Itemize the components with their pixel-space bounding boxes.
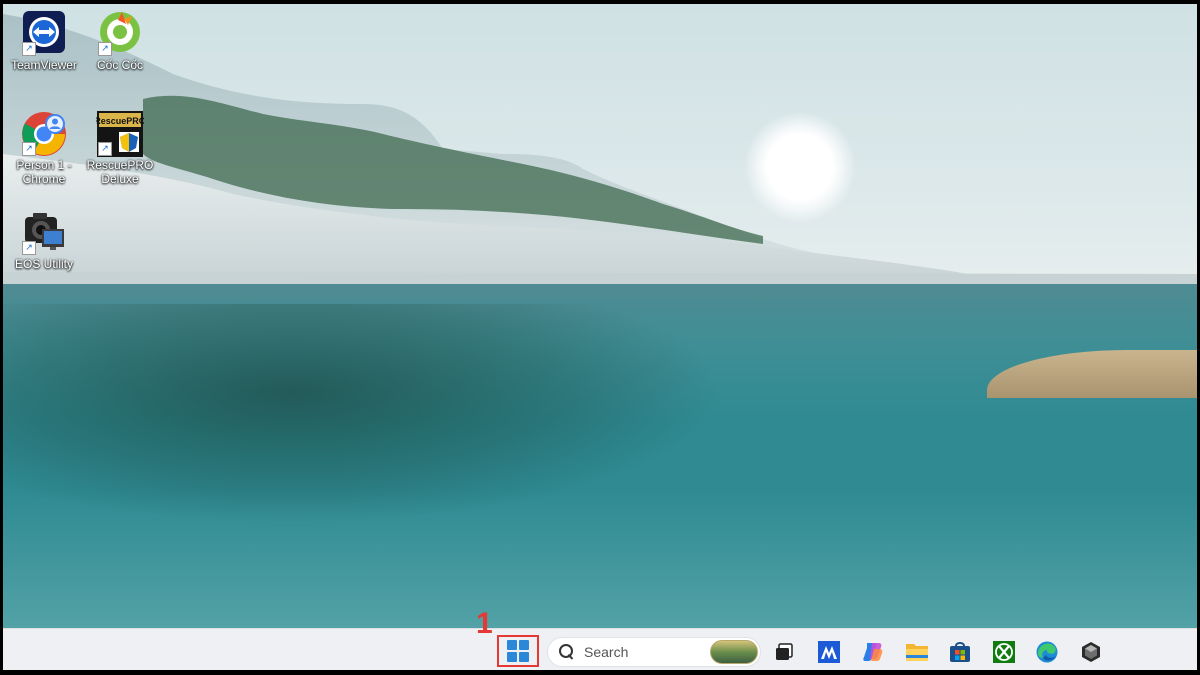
copilot-icon — [863, 643, 883, 661]
taskbar-file-explorer[interactable] — [904, 639, 930, 665]
shortcut-arrow-icon: ↗ — [22, 142, 36, 156]
desktop-icon-label: Person 1 - Chrome — [16, 158, 72, 186]
rescuepro-icon: RescuePRO ↗ — [94, 110, 146, 158]
taskbar-task-view[interactable] — [771, 639, 797, 665]
folder-icon — [906, 644, 928, 661]
windows-start-icon — [507, 640, 529, 662]
taskbar-malwarebytes[interactable] — [816, 639, 842, 665]
svg-text:RescuePRO: RescuePRO — [96, 116, 144, 126]
malwarebytes-icon — [818, 641, 840, 663]
search-icon — [558, 643, 576, 661]
shortcut-arrow-icon: ↗ — [22, 241, 36, 255]
desktop-icon-label: EOS Utility — [14, 257, 73, 271]
cube-app-icon — [1082, 642, 1100, 662]
taskbar-xbox[interactable] — [991, 639, 1017, 665]
desktop-wallpaper — [3, 4, 1197, 628]
edge-icon — [1036, 641, 1058, 663]
desktop-icon-label: RescuePRO Deluxe — [86, 158, 154, 186]
taskbar-app[interactable] — [1078, 639, 1104, 665]
desktop-icon-coccoc[interactable]: ↗ Cốc Cốc — [85, 10, 155, 72]
shortcut-arrow-icon: ↗ — [22, 42, 36, 56]
taskbar-copilot[interactable] — [860, 639, 886, 665]
chrome-icon: ↗ — [20, 110, 68, 158]
task-view-icon — [776, 643, 793, 660]
coccoc-icon: ↗ — [96, 10, 144, 58]
teamviewer-icon: ↗ — [20, 10, 68, 58]
shortcut-arrow-icon: ↗ — [98, 42, 112, 56]
desktop-icon-teamviewer[interactable]: ↗ TeamViewer — [9, 10, 79, 72]
shortcut-arrow-icon: ↗ — [98, 142, 112, 156]
desktop-icon-label: TeamViewer — [11, 58, 77, 72]
search-highlight-image[interactable] — [710, 640, 758, 664]
wallpaper-reflection — [3, 304, 723, 524]
search-box[interactable]: Search — [547, 637, 761, 667]
taskbar-microsoft-store[interactable] — [947, 639, 973, 665]
desktop-icon-eos-utility[interactable]: ↗ EOS Utility — [9, 209, 79, 271]
desktop-icon-chrome[interactable]: ↗ Person 1 - Chrome — [9, 110, 79, 186]
taskbar: Search — [3, 628, 1197, 670]
desktop-icon-rescuepro[interactable]: RescuePRO ↗ RescuePRO Deluxe — [85, 110, 155, 186]
search-placeholder: Search — [584, 644, 629, 660]
store-icon — [950, 642, 970, 662]
taskbar-edge[interactable] — [1034, 639, 1060, 665]
desktop-icon-label: Cốc Cốc — [96, 58, 143, 72]
wallpaper-hills — [3, 14, 1197, 286]
desktop-screen: ↗ TeamViewer ↗ Cốc Cốc ↗ Person 1 - Chro… — [3, 4, 1197, 670]
eos-utility-icon: ↗ — [20, 209, 68, 257]
step-annotation-number: 1 — [476, 607, 493, 640]
xbox-icon — [993, 641, 1015, 663]
start-button[interactable] — [501, 638, 535, 664]
